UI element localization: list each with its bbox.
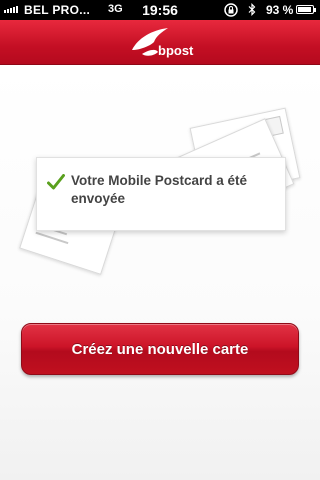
bluetooth-icon (248, 3, 256, 16)
main-content: Votre Mobile Postcard a été envoyée Crée… (0, 65, 320, 480)
check-icon (47, 174, 65, 190)
battery-percentage: 93 % (266, 3, 294, 17)
create-new-card-button[interactable]: Créez une nouvelle carte (21, 323, 299, 375)
app-header: bpost (0, 20, 320, 65)
battery-level-fill (298, 7, 311, 12)
brand-name: bpost (158, 43, 194, 58)
confirmation-card: Votre Mobile Postcard a été envoyée (36, 157, 286, 231)
confirmation-message: Votre Mobile Postcard a été envoyée (71, 173, 248, 206)
status-bar: BEL PRO... 3G 19:56 93 % (0, 0, 320, 20)
battery-icon (296, 5, 316, 14)
rotation-lock-icon (224, 3, 238, 17)
